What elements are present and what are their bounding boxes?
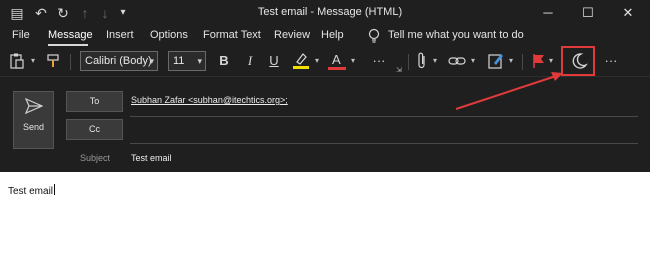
cc-input[interactable] bbox=[130, 121, 638, 139]
font-color-button[interactable]: A bbox=[328, 50, 346, 72]
close-button[interactable]: ✕ bbox=[608, 2, 648, 24]
to-button[interactable]: To bbox=[66, 91, 123, 112]
attach-file-dropdown-icon[interactable]: ▾ bbox=[430, 50, 440, 72]
save-icon[interactable]: ▤ bbox=[8, 4, 26, 22]
ribbon-toolbar: ▾ Calibri (Body) ▾ 11 ▾ B I U ▾ A ▾ ··· … bbox=[0, 46, 650, 76]
font-color-swatch bbox=[328, 67, 346, 70]
ribbon-overflow-button[interactable]: ··· bbox=[600, 50, 622, 72]
link-dropdown-icon[interactable]: ▾ bbox=[468, 50, 478, 72]
ribbon-separator bbox=[408, 54, 409, 70]
font-color-letter: A bbox=[332, 52, 341, 67]
tell-me-search[interactable]: Tell me what you want to do bbox=[388, 29, 524, 41]
message-body[interactable]: Test email bbox=[0, 172, 650, 258]
follow-up-dropdown-icon[interactable]: ▾ bbox=[546, 50, 556, 72]
subject-input[interactable]: Test email bbox=[131, 153, 172, 163]
customize-quick-access-icon[interactable]: ▾ bbox=[114, 4, 132, 22]
italic-button[interactable]: I bbox=[242, 50, 258, 72]
send-icon bbox=[14, 97, 53, 119]
text-caret bbox=[54, 184, 56, 195]
tab-options[interactable]: Options bbox=[150, 29, 188, 41]
font-size-value: 11 bbox=[173, 55, 185, 67]
font-name-value: Calibri (Body) bbox=[85, 55, 152, 67]
link-icon[interactable] bbox=[448, 54, 466, 68]
undo-icon[interactable]: ↶ bbox=[32, 4, 50, 22]
body-text: Test email bbox=[8, 184, 56, 197]
lightbulb-icon bbox=[368, 28, 380, 43]
highlight-icon[interactable] bbox=[292, 52, 310, 70]
signature-icon[interactable] bbox=[488, 52, 504, 70]
font-name-dropdown[interactable]: Calibri (Body) ▾ bbox=[80, 51, 158, 71]
minimize-button[interactable]: ─ bbox=[528, 2, 568, 24]
chevron-down-icon: ▾ bbox=[149, 56, 154, 66]
ribbon-separator bbox=[70, 54, 71, 70]
highlight-dropdown-icon[interactable]: ▾ bbox=[312, 50, 322, 72]
tab-file[interactable]: File bbox=[12, 29, 30, 41]
ribbon-separator bbox=[522, 54, 523, 70]
window-title: Test email - Message (HTML) bbox=[257, 6, 403, 18]
tab-insert[interactable]: Insert bbox=[106, 29, 134, 41]
redo-icon[interactable]: ↻ bbox=[54, 4, 72, 22]
follow-up-flag-icon[interactable] bbox=[532, 53, 546, 69]
cc-button[interactable]: Cc bbox=[66, 119, 123, 140]
bold-button[interactable]: B bbox=[216, 50, 232, 72]
tab-format-text[interactable]: Format Text bbox=[203, 29, 261, 41]
highlight-box bbox=[561, 46, 595, 76]
attach-file-icon[interactable] bbox=[416, 52, 428, 70]
paste-icon[interactable] bbox=[10, 53, 24, 69]
paste-dropdown-icon[interactable]: ▾ bbox=[28, 50, 38, 72]
send-button[interactable]: Send bbox=[13, 91, 54, 149]
chevron-down-icon: ▾ bbox=[197, 56, 202, 66]
more-basic-text-button[interactable]: ··· bbox=[368, 50, 390, 72]
title-bar: ▤ ↶ ↻ ↑ ↓ ▾ Test email - Message (HTML) … bbox=[0, 0, 650, 26]
tab-message[interactable]: Message bbox=[48, 29, 93, 41]
underline-button[interactable]: U bbox=[266, 50, 282, 72]
signature-dropdown-icon[interactable]: ▾ bbox=[506, 50, 516, 72]
tab-help[interactable]: Help bbox=[321, 29, 344, 41]
dialog-launcher-icon[interactable]: ⇲ bbox=[396, 66, 402, 74]
maximize-button[interactable]: ☐ bbox=[568, 2, 608, 24]
to-recipient[interactable]: Subhan Zafar <subhan@itechtics.org>; bbox=[131, 95, 288, 105]
subject-label: Subject bbox=[80, 153, 111, 163]
menu-bar: File Message Insert Options Format Text … bbox=[0, 26, 650, 46]
compose-header: Send To Subhan Zafar <subhan@itechtics.o… bbox=[0, 76, 650, 173]
tab-review[interactable]: Review bbox=[274, 29, 310, 41]
send-label: Send bbox=[22, 122, 45, 132]
format-painter-icon[interactable] bbox=[46, 53, 62, 69]
font-size-dropdown[interactable]: 11 ▾ bbox=[168, 51, 206, 71]
font-color-dropdown-icon[interactable]: ▾ bbox=[348, 50, 358, 72]
cc-field-line bbox=[130, 143, 638, 144]
down-arrow-icon[interactable]: ↓ bbox=[96, 4, 114, 22]
to-field-line bbox=[130, 116, 638, 117]
up-arrow-icon[interactable]: ↑ bbox=[76, 4, 94, 22]
